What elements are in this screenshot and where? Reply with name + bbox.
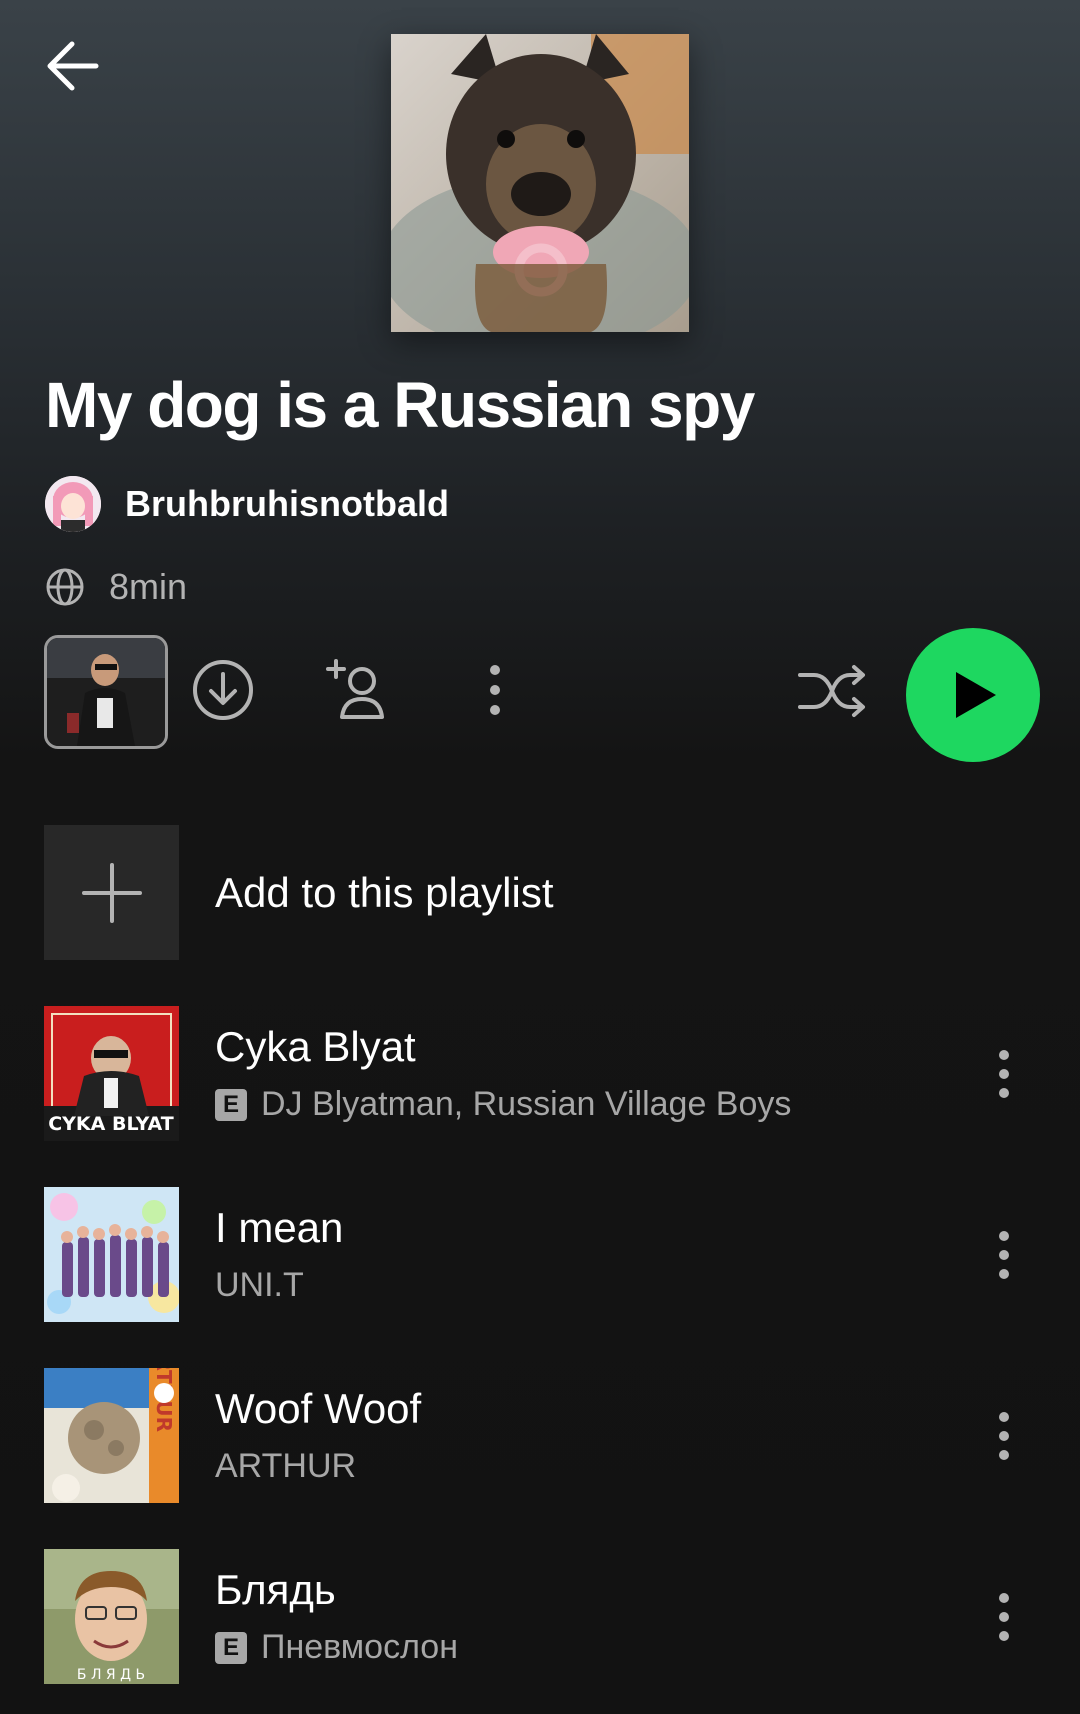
track-row[interactable]: I mean UNI.T	[44, 1187, 1054, 1322]
playlist-preview-button[interactable]	[44, 635, 168, 749]
playlist-title: My dog is a Russian spy	[45, 369, 755, 441]
track-artwork: ARTHUR	[44, 1368, 179, 1503]
dog-with-pacifier-photo	[391, 34, 689, 332]
track-info: Блядь E Пневмослон	[215, 1566, 984, 1667]
track-title: Woof Woof	[215, 1385, 422, 1432]
shuffle-icon	[798, 665, 865, 717]
download-icon	[193, 660, 253, 720]
track-artist-line: E Пневмослон	[215, 1628, 984, 1667]
arrow-left-icon	[47, 41, 99, 91]
more-vertical-icon	[490, 665, 500, 715]
track-row[interactable]: CYKA BLYAT Cyka Blyat E DJ Blyatman, Rus…	[44, 1006, 1054, 1141]
add-to-playlist-label: Add to this playlist	[215, 868, 554, 916]
track-title: Cyka Blyat	[215, 1023, 416, 1070]
track-artist-line: ARTHUR	[215, 1447, 984, 1486]
play-icon	[956, 672, 996, 718]
owner-name: Bruhbruhisnotbald	[125, 483, 449, 524]
track-row[interactable]: Б Л Я Д Ь Блядь E Пневмослон	[44, 1549, 1054, 1684]
track-row[interactable]: ARTHUR Woof Woof ARTHUR	[44, 1368, 1054, 1503]
track-artwork	[44, 1187, 179, 1322]
playlist-meta: 8min	[45, 562, 187, 612]
more-options-button[interactable]	[460, 655, 530, 725]
track-info: I mean UNI.T	[215, 1204, 984, 1305]
track-more-button[interactable]	[984, 1034, 1024, 1114]
add-collaborator-button[interactable]	[324, 655, 394, 725]
playlist-cover	[391, 34, 689, 332]
track-more-button[interactable]	[984, 1396, 1024, 1476]
track-info: Cyka Blyat E DJ Blyatman, Russian Villag…	[215, 1023, 984, 1124]
track-artist: Пневмослон	[261, 1628, 458, 1666]
add-user-icon	[326, 659, 384, 719]
track-artist-line: E DJ Blyatman, Russian Village Boys	[215, 1085, 984, 1124]
track-artwork: CYKA BLYAT	[44, 1006, 179, 1141]
play-button[interactable]	[906, 628, 1040, 762]
track-title: Блядь	[215, 1566, 336, 1613]
add-box	[44, 825, 179, 960]
track-artist-line: UNI.T	[215, 1266, 984, 1305]
plus-icon	[81, 862, 142, 923]
track-artist: ARTHUR	[215, 1447, 357, 1485]
avatar	[45, 476, 101, 532]
album-art-text: CYKA BLYAT	[48, 1113, 174, 1135]
track-artist: UNI.T	[215, 1266, 304, 1304]
playlist-owner[interactable]: Bruhbruhisnotbald	[45, 475, 449, 533]
back-button[interactable]	[44, 36, 104, 96]
globe-icon	[46, 568, 84, 606]
album-art-text: Б Л Я Д Ь	[77, 1667, 145, 1683]
shuffle-button[interactable]	[796, 655, 868, 727]
track-more-button[interactable]	[984, 1215, 1024, 1295]
track-more-button[interactable]	[984, 1577, 1024, 1657]
playlist-duration: 8min	[109, 566, 188, 607]
explicit-badge: E	[215, 1088, 247, 1121]
track-title: I mean	[215, 1204, 344, 1251]
anime-girl-avatar	[45, 476, 101, 532]
download-button[interactable]	[188, 655, 258, 725]
track-info: Woof Woof ARTHUR	[215, 1385, 984, 1486]
track-artwork: Б Л Я Д Ь	[44, 1549, 179, 1684]
add-to-playlist-row[interactable]: Add to this playlist	[44, 825, 1034, 960]
explicit-badge: E	[215, 1631, 247, 1664]
playlist-preview-thumbnail	[47, 638, 165, 746]
track-artist: DJ Blyatman, Russian Village Boys	[261, 1085, 792, 1123]
